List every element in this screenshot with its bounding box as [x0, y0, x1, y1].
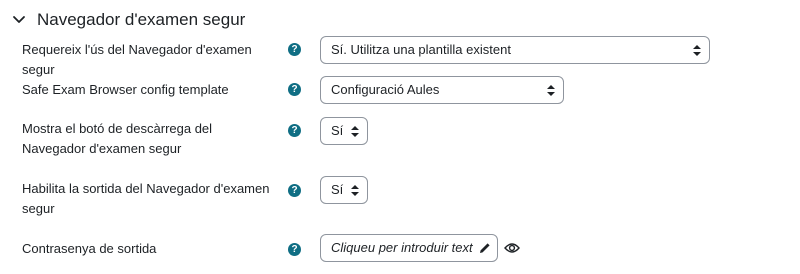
- row-require-seb: Requereix l'ús del Navegador d'examen se…: [0, 36, 800, 77]
- select-allow-quit[interactable]: Sí: [320, 176, 368, 204]
- label-quit-password: Contrasenya de sortida: [22, 241, 157, 256]
- section-header[interactable]: Navegador d'examen segur: [10, 8, 245, 32]
- select-arrows-icon: [351, 126, 359, 137]
- row-show-download: Mostra el botó de descàrrega del Navegad…: [0, 117, 800, 157]
- help-icon[interactable]: ?: [288, 83, 301, 96]
- select-show-download[interactable]: Sí: [320, 117, 368, 145]
- row-quit-password: Contrasenya de sortida ? Cliqueu per int…: [0, 234, 800, 262]
- help-icon[interactable]: ?: [288, 243, 301, 256]
- help-icon[interactable]: ?: [288, 124, 301, 137]
- select-arrows-icon: [693, 45, 701, 56]
- select-value: Sí. Utilitza una plantilla existent: [331, 42, 511, 57]
- help-icon[interactable]: ?: [288, 184, 301, 197]
- row-allow-quit: Habilita la sortida del Navegador d'exam…: [0, 176, 800, 216]
- select-value: Sí: [331, 182, 344, 197]
- password-placeholder: Cliqueu per introduir text: [331, 240, 473, 255]
- section-title: Navegador d'examen segur: [37, 10, 246, 29]
- select-config-template[interactable]: Configuració Aules: [320, 76, 564, 104]
- select-value: Sí: [331, 123, 344, 138]
- label-config-template: Safe Exam Browser config template: [22, 82, 229, 97]
- select-arrows-icon: [351, 185, 359, 196]
- label-show-download: Mostra el botó de descàrrega del Navegad…: [22, 121, 213, 156]
- select-arrows-icon: [547, 85, 555, 96]
- label-allow-quit: Habilita la sortida del Navegador d'exam…: [22, 181, 270, 216]
- select-require-seb[interactable]: Sí. Utilitza una plantilla existent: [320, 36, 710, 64]
- pencil-icon: [479, 243, 490, 253]
- select-value: Configuració Aules: [331, 82, 440, 97]
- help-icon[interactable]: ?: [288, 43, 301, 56]
- row-config-template: Safe Exam Browser config template ? Conf…: [0, 76, 800, 104]
- eye-icon[interactable]: [504, 241, 520, 255]
- label-require-seb: Requereix l'ús del Navegador d'examen se…: [22, 42, 252, 77]
- quit-password-inplace-editable[interactable]: Cliqueu per introduir text: [320, 234, 498, 262]
- chevron-down-icon[interactable]: [10, 11, 28, 29]
